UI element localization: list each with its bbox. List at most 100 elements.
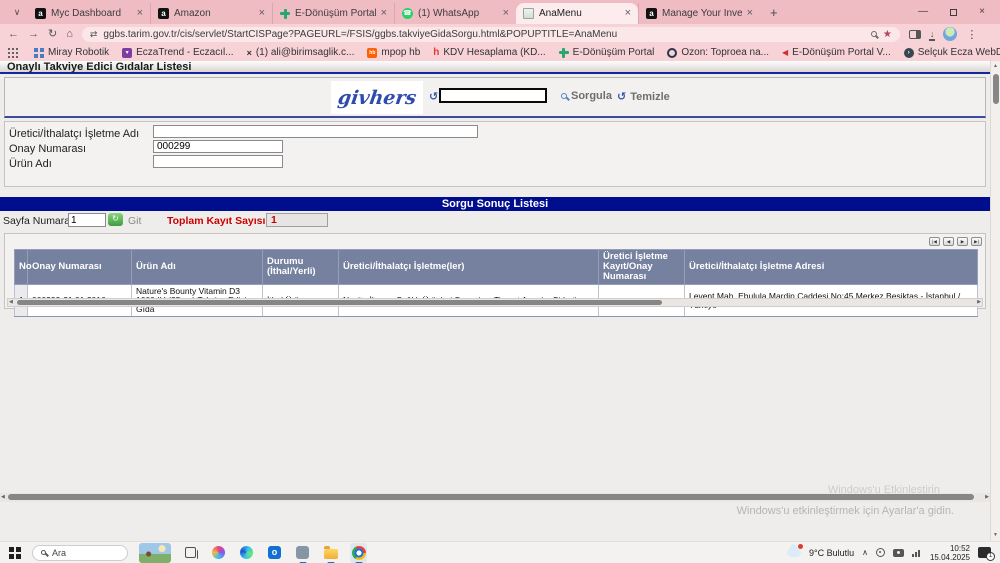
clock[interactable]: 10:52 15.04.2025 xyxy=(930,544,970,562)
sorgula-button[interactable]: Sorgula xyxy=(561,90,612,102)
scroll-right-icon[interactable] xyxy=(985,494,989,501)
close-button[interactable]: × xyxy=(979,7,985,17)
copilot-button[interactable] xyxy=(210,543,227,563)
temizle-button[interactable]: Temizle xyxy=(617,90,670,103)
tab-amazon[interactable]: Amazon × xyxy=(150,3,272,24)
reload-icon[interactable] xyxy=(48,29,57,40)
bookmark-mpop-hb[interactable]: mpop hb xyxy=(367,47,420,58)
weather-text[interactable]: 9°C Bulutlu xyxy=(809,548,854,558)
browser-menu-icon[interactable] xyxy=(966,28,977,41)
page-vertical-scrollbar[interactable] xyxy=(990,61,1000,541)
forward-icon[interactable] xyxy=(28,29,39,40)
reset-small-icon[interactable] xyxy=(429,90,438,103)
bookmark-edonusum-v[interactable]: E-Dönüşüm Portal V... xyxy=(782,47,891,58)
col-durumu: Durumu (İthal/Yerli) xyxy=(263,250,339,285)
scrollbar-thumb[interactable] xyxy=(993,74,999,104)
chrome-button[interactable] xyxy=(350,543,367,563)
task-view-button[interactable] xyxy=(182,543,199,563)
tab-edonusum-portal[interactable]: E-Dönüşüm Portal × xyxy=(272,3,394,24)
pinned-app-button[interactable] xyxy=(294,543,311,563)
next-page-icon[interactable] xyxy=(957,237,968,246)
notification-button[interactable]: 1 xyxy=(978,547,991,558)
amazon-icon xyxy=(158,8,169,19)
prev-page-icon[interactable] xyxy=(943,237,954,246)
git-icon[interactable] xyxy=(108,213,123,226)
tab-label: Myc Dashboard xyxy=(51,8,132,19)
widgets-weather-image[interactable] xyxy=(139,543,171,563)
isletme-adi-input[interactable] xyxy=(153,125,478,138)
scrollbar-thumb[interactable] xyxy=(8,494,974,500)
scroll-left-icon[interactable] xyxy=(1,494,5,501)
tab-myc-dashboard[interactable]: Myc Dashboard × xyxy=(28,3,150,24)
tray-expand-icon[interactable] xyxy=(862,548,868,557)
page-horizontal-scrollbar[interactable] xyxy=(0,493,990,502)
tab-close-icon[interactable]: × xyxy=(137,8,143,19)
search-icon xyxy=(561,93,567,99)
tab-close-icon[interactable]: × xyxy=(259,8,265,19)
page-title: Onaylı Takviye Edici Gıdalar Listesi xyxy=(0,61,990,74)
last-page-icon[interactable] xyxy=(971,237,982,246)
home-icon[interactable] xyxy=(66,29,73,40)
urun-adi-input[interactable] xyxy=(153,155,283,168)
scroll-right-icon[interactable] xyxy=(977,299,981,306)
site-settings-icon[interactable] xyxy=(90,29,98,40)
col-adres: Üretici/İthalatçı İşletme Adresi xyxy=(685,250,978,285)
zoom-icon[interactable] xyxy=(871,31,877,37)
bookmark-kdv-hesaplama[interactable]: KDV Hesaplama (KD... xyxy=(433,47,545,58)
bookmark-selcuk-ecza[interactable]: Selçuk Ecza WebDe... xyxy=(904,47,1000,58)
givhers-logo: givhers xyxy=(336,87,417,109)
field-label-isletme: Üretici/İthalatçı İşletme Adı xyxy=(9,128,139,140)
app-icon xyxy=(296,546,309,559)
tab-anamenu-active[interactable]: AnaMenu × xyxy=(516,3,638,24)
scroll-left-icon[interactable] xyxy=(9,299,13,306)
downloads-icon[interactable] xyxy=(930,30,935,39)
back-icon[interactable] xyxy=(8,29,19,40)
bookmark-edonusum-portal[interactable]: E-Dönüşüm Portal xyxy=(559,47,655,58)
page-number-input[interactable] xyxy=(68,213,106,227)
browser-toolbar: ggbs.tarim.gov.tr/cis/servlet/StartCISPa… xyxy=(0,24,1000,44)
bookmark-eczatrend[interactable]: EczaTrend - Eczacıl... xyxy=(122,47,233,58)
search-placeholder: Ara xyxy=(52,548,66,558)
bookmark-label: Selçuk Ecza WebDe... xyxy=(918,47,1000,58)
profile-avatar[interactable] xyxy=(943,27,957,41)
tab-search-chevron-icon[interactable]: ∨ xyxy=(6,7,28,18)
new-tab-button[interactable]: + xyxy=(760,5,788,20)
edge-button[interactable] xyxy=(238,543,255,563)
tab-close-icon[interactable]: × xyxy=(625,8,631,19)
tab-close-icon[interactable]: × xyxy=(503,8,509,19)
search-form: Üretici/İthalatçı İşletme Adı Onay Numar… xyxy=(4,121,986,187)
scroll-down-icon[interactable] xyxy=(993,532,998,539)
onay-numarasi-input[interactable] xyxy=(153,140,283,153)
url-text[interactable]: ggbs.tarim.gov.tr/cis/servlet/StartCISPa… xyxy=(103,29,864,40)
grid-icon xyxy=(34,48,44,58)
scroll-up-icon[interactable] xyxy=(993,63,998,70)
tab-close-icon[interactable]: × xyxy=(747,8,753,19)
tab-whatsapp[interactable]: (1) WhatsApp × xyxy=(394,3,516,24)
restore-button[interactable] xyxy=(950,9,957,16)
tab-close-icon[interactable]: × xyxy=(381,8,387,19)
address-bar[interactable]: ggbs.tarim.gov.tr/cis/servlet/StartCISPa… xyxy=(82,27,900,42)
quick-search-input[interactable] xyxy=(439,88,547,103)
camera-tray-icon[interactable] xyxy=(893,549,904,557)
security-tray-icon[interactable] xyxy=(876,548,885,557)
table-horizontal-scrollbar[interactable] xyxy=(7,298,983,307)
outlook-button[interactable] xyxy=(266,543,283,563)
git-button[interactable]: Git xyxy=(128,215,141,227)
bookmark-ozon-1[interactable]: Ozon: Toproea na... xyxy=(667,47,769,58)
scrollbar-thumb[interactable] xyxy=(17,300,662,305)
tab-manage-inventory[interactable]: Manage Your Inventory × xyxy=(638,3,760,24)
bookmark-label: E-Dönüşüm Portal xyxy=(573,47,655,58)
side-panel-icon[interactable] xyxy=(909,30,921,39)
minimize-button[interactable]: — xyxy=(918,7,928,17)
first-page-icon[interactable] xyxy=(929,237,940,246)
chrome-icon xyxy=(352,546,366,560)
total-count-label: Toplam Kayıt Sayısı : xyxy=(167,215,272,227)
bookmark-star-icon[interactable] xyxy=(883,29,892,40)
weather-cloud-icon[interactable] xyxy=(787,548,801,557)
network-tray-icon[interactable] xyxy=(912,549,922,557)
start-button[interactable] xyxy=(9,547,21,559)
taskbar-search[interactable]: Ara xyxy=(32,545,128,561)
file-explorer-button[interactable] xyxy=(322,543,339,563)
bookmark-miray-robotik[interactable]: Miray Robotik xyxy=(34,47,109,58)
bookmark-birimsaglik[interactable]: (1) ali@birimsaglik.c... xyxy=(247,47,355,58)
